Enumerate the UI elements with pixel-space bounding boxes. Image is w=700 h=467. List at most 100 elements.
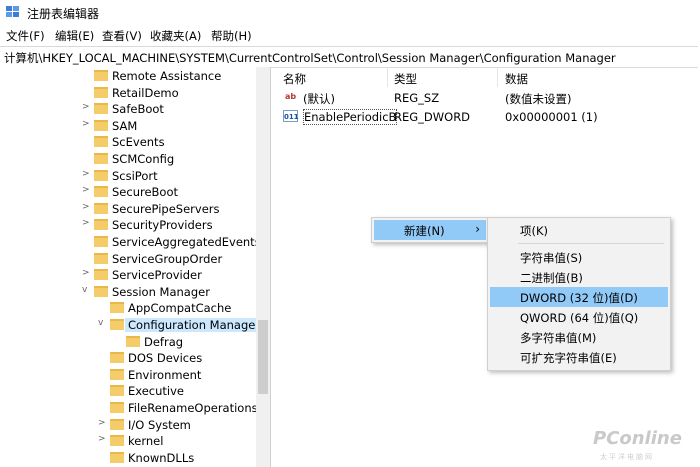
menu-favorites[interactable]: 收藏夹(A) [150, 28, 201, 44]
expand-right-icon[interactable]: > [98, 418, 108, 428]
submenu-item-label: 二进制值(B) [520, 271, 583, 285]
watermark-logo: PConline [593, 428, 682, 449]
tree-item[interactable]: Executive [98, 384, 270, 400]
tree-item-label: AppCompatCache [128, 301, 232, 316]
submenu-item-label: DWORD (32 位)值(D) [520, 291, 638, 305]
tree-item[interactable]: > kernel [98, 434, 270, 450]
submenu-item-dword[interactable]: DWORD (32 位)值(D) [490, 287, 668, 307]
expand-right-icon[interactable]: > [82, 169, 92, 179]
tree-item-label: FileRenameOperations [128, 401, 258, 415]
expand-right-icon[interactable]: > [82, 119, 92, 129]
column-type-header[interactable]: 类型 [394, 71, 417, 87]
submenu-item-label: QWORD (64 位)值(Q) [520, 311, 639, 325]
submenu-item-multistring[interactable]: 多字符串值(M) [490, 327, 668, 347]
menu-bar: 文件(F) 编辑(E) 查看(V) 收藏夹(A) 帮助(H) [0, 26, 700, 46]
folder-icon [110, 402, 124, 413]
submenu-item-string[interactable]: 字符串值(S) [490, 247, 668, 267]
tree-item[interactable]: ServiceGroupOrder [82, 252, 262, 268]
folder-icon [94, 186, 108, 198]
submenu-item-key[interactable]: 项(K) [490, 220, 668, 240]
key-tree[interactable]: Remote Assistance RetailDemo > SafeBoot > SAM… [0, 67, 271, 467]
expand-right-icon[interactable]: > [82, 218, 92, 228]
tree-item-label: I/O System [128, 417, 191, 432]
tree-item-label: ServiceGroupOrder [112, 251, 223, 266]
tree-item-label: DOS Devices [128, 351, 203, 366]
folder-icon [110, 302, 124, 314]
tree-item-label: Session Manager [112, 284, 210, 299]
tree-item[interactable]: AppCompatCache [98, 301, 270, 317]
tree-item-label: SecureBoot [112, 185, 179, 200]
tree-item-label: SafeBoot [112, 102, 164, 117]
submenu-item-qword[interactable]: QWORD (64 位)值(Q) [490, 307, 668, 327]
expand-down-icon[interactable]: v [98, 318, 108, 328]
tree-item[interactable]: ServiceAggregatedEvents [82, 235, 262, 251]
tree-item-label: RetailDemo [112, 85, 179, 100]
tree-item[interactable]: Environment [98, 367, 270, 384]
folder-icon [94, 252, 108, 264]
submenu-arrow-icon: › [475, 222, 480, 236]
value-row-enableperiodic[interactable]: 011 EnablePeriodicB... REG_DWORD 0x00000… [283, 108, 693, 126]
tree-item[interactable]: Defrag [114, 335, 270, 351]
folder-icon [94, 103, 108, 115]
tree-item[interactable]: > SecurityProviders [82, 218, 262, 234]
column-divider[interactable] [497, 67, 498, 87]
tree-item-label: ServiceProvider [112, 268, 202, 283]
menu-file[interactable]: 文件(F) [6, 28, 45, 44]
column-divider[interactable] [387, 67, 388, 87]
tree-item[interactable]: > I/O System [98, 417, 270, 434]
tree-item[interactable]: Remote Assistance [82, 69, 262, 85]
value-row-default[interactable]: ab (默认) REG_SZ (数值未设置) [283, 89, 693, 107]
tree-item[interactable]: SCMConfig [82, 152, 262, 168]
menu-view[interactable]: 查看(V) [102, 28, 142, 44]
folder-icon [94, 136, 108, 148]
tree-item-label: ServiceAggregatedEvents [112, 235, 261, 249]
folder-icon [110, 385, 124, 397]
submenu-item-label: 字符串值(S) [520, 251, 583, 265]
submenu-item-binary[interactable]: 二进制值(B) [490, 267, 668, 287]
menu-edit[interactable]: 编辑(E) [55, 28, 94, 44]
folder-icon [94, 269, 108, 281]
value-type: REG_DWORD [394, 110, 471, 124]
folder-icon [94, 70, 108, 81]
address-path: 计算机\HKEY_LOCAL_MACHINE\SYSTEM\CurrentCon… [4, 51, 616, 65]
value-data: (数值未设置) [505, 92, 572, 106]
expand-right-icon[interactable]: > [82, 202, 92, 212]
context-menu: 新建(N) › [371, 217, 489, 243]
tree-item-label: kernel [128, 434, 164, 449]
tree-scrollbar[interactable] [256, 67, 270, 467]
tree-item[interactable]: > SecurePipeServers [82, 202, 262, 218]
window-title: 注册表编辑器 [27, 7, 100, 21]
tree-item[interactable]: v Session Manager [82, 285, 262, 301]
tree-scrollbar-thumb[interactable] [258, 320, 268, 394]
expand-right-icon[interactable]: > [82, 268, 92, 278]
tree-item[interactable]: ScEvents [82, 135, 262, 151]
tree-item-label: ScsiPort [112, 168, 158, 183]
tree-item[interactable]: > SecureBoot [82, 185, 262, 201]
tree-item[interactable]: > SafeBoot [82, 102, 262, 118]
address-bar[interactable]: 计算机\HKEY_LOCAL_MACHINE\SYSTEM\CurrentCon… [0, 46, 698, 68]
submenu-item-expandable[interactable]: 可扩充字符串值(E) [490, 347, 668, 367]
expand-right-icon[interactable]: > [82, 102, 92, 112]
tree-item[interactable]: KnownDLLs [98, 451, 270, 467]
column-data-header[interactable]: 数据 [505, 71, 528, 87]
expand-down-icon[interactable]: v [82, 285, 92, 295]
value-type: REG_SZ [394, 91, 440, 105]
tree-item[interactable]: v Configuration Manager [98, 318, 270, 334]
tree-item-label: Environment [128, 367, 202, 382]
folder-icon [110, 451, 124, 463]
tree-item-label: SecurityProviders [112, 218, 213, 233]
folder-icon [110, 418, 124, 430]
folder-icon [94, 119, 108, 131]
tree-item[interactable]: > ServiceProvider [82, 268, 262, 284]
menu-help[interactable]: 帮助(H) [211, 28, 252, 44]
tree-item[interactable]: DOS Devices [98, 351, 270, 367]
tree-item[interactable]: > ScsiPort [82, 169, 262, 185]
tree-item[interactable]: > SAM [82, 119, 262, 135]
folder-icon [94, 86, 108, 98]
menu-item-new[interactable]: 新建(N) › [374, 220, 486, 240]
expand-right-icon[interactable]: > [98, 434, 108, 444]
tree-item[interactable]: FileRenameOperations [98, 401, 270, 417]
column-name-header[interactable]: 名称 [283, 71, 306, 87]
expand-right-icon[interactable]: > [82, 185, 92, 195]
tree-item[interactable]: RetailDemo [82, 86, 262, 102]
